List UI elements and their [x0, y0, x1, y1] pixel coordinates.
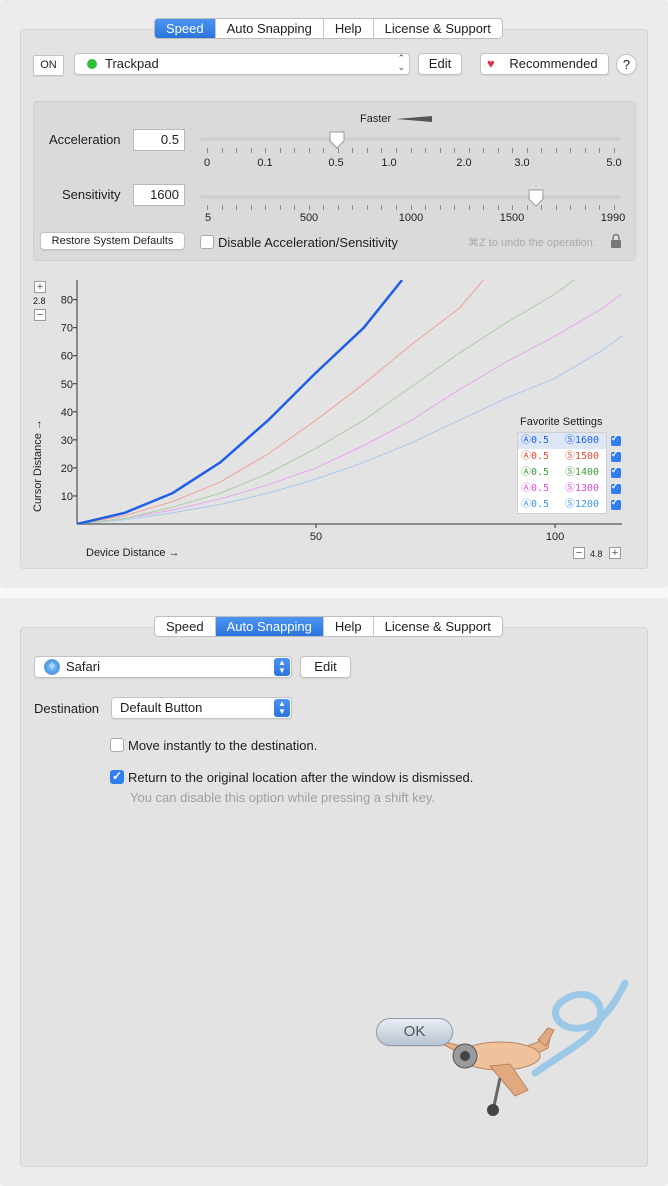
- airplane-illustration: [434, 979, 629, 1116]
- curve-series-line: [77, 280, 404, 524]
- chart-xlabel: Device Distance →: [86, 547, 180, 559]
- edit-app-button[interactable]: Edit: [300, 656, 351, 678]
- popup-chevron-icon: ▲ ▼: [274, 658, 290, 676]
- y-tick-label: 30: [61, 435, 73, 447]
- x-zoom-value: 4.8: [590, 549, 603, 559]
- y-tick-label: 40: [61, 407, 73, 419]
- favorite-accel: Ⓐ0.5: [521, 467, 550, 478]
- return-original-checkbox[interactable]: [110, 769, 124, 784]
- tab-speed[interactable]: Speed: [155, 617, 216, 636]
- favorite-row[interactable]: Ⓐ0.5 Ⓢ1400: [518, 465, 606, 481]
- favorite-accel: Ⓐ0.5: [521, 499, 550, 510]
- favorite-sens: Ⓢ1600: [565, 435, 600, 446]
- x-tick-label: 50: [310, 531, 322, 543]
- favorite-row[interactable]: Ⓐ0.5 Ⓢ1200: [518, 497, 606, 513]
- y-tick-label: 10: [61, 491, 73, 503]
- favorite-sens: Ⓢ1500: [565, 451, 600, 462]
- tab-auto-snapping[interactable]: Auto Snapping: [216, 19, 324, 38]
- favorite-checkbox[interactable]: [611, 449, 621, 462]
- tab-auto-snapping[interactable]: Auto Snapping: [215, 617, 324, 636]
- x-tick-label: 100: [546, 531, 564, 543]
- destination-label: Destination: [34, 701, 100, 716]
- move-instantly-label: Move instantly to the destination.: [128, 738, 318, 753]
- favorite-checkbox[interactable]: [611, 497, 621, 510]
- ok-button[interactable]: OK: [376, 1018, 453, 1046]
- favorite-row[interactable]: Ⓐ0.5 Ⓢ1300: [518, 481, 606, 497]
- favorite-sens: Ⓢ1200: [565, 499, 600, 510]
- safari-icon: ✧: [44, 659, 60, 675]
- tab-help[interactable]: Help: [324, 617, 374, 636]
- y-tick-label: 50: [61, 379, 73, 391]
- x-zoom-in-button[interactable]: +: [609, 547, 621, 559]
- favorite-row[interactable]: Ⓐ0.5 Ⓢ1600: [518, 433, 606, 449]
- favorite-accel: Ⓐ0.5: [521, 451, 550, 462]
- favorite-checkbox[interactable]: [611, 465, 621, 478]
- tab-license-support[interactable]: License & Support: [374, 617, 502, 636]
- curve-series-line: [77, 280, 484, 524]
- y-tick-label: 80: [61, 295, 73, 307]
- popup-chevron-icon: ▲ ▼: [274, 699, 290, 717]
- favorite-settings-title: Favorite Settings: [520, 416, 603, 428]
- app-label: Safari: [66, 659, 100, 674]
- tab-license-support[interactable]: License & Support: [374, 19, 502, 38]
- tab-bar: Speed Auto Snapping Help License & Suppo…: [154, 18, 503, 39]
- destination-value: Default Button: [120, 700, 203, 715]
- y-tick-label: 20: [61, 463, 73, 475]
- y-tick-label: 70: [61, 323, 73, 335]
- auto-snapping-window: Speed Auto Snapping Help License & Suppo…: [0, 598, 668, 1186]
- favorite-sens: Ⓢ1400: [565, 467, 600, 478]
- favorite-accel: Ⓐ0.5: [521, 483, 550, 494]
- favorite-checkbox[interactable]: [611, 433, 621, 446]
- favorite-row[interactable]: Ⓐ0.5 Ⓢ1500: [518, 449, 606, 465]
- tab-help[interactable]: Help: [324, 19, 374, 38]
- favorite-sens: Ⓢ1300: [565, 483, 600, 494]
- curve-series-line: [77, 280, 575, 524]
- return-original-label: Return to the original location after th…: [128, 770, 474, 785]
- x-zoom-out-button[interactable]: −: [573, 547, 585, 559]
- tab-speed[interactable]: Speed: [155, 19, 216, 38]
- y-tick-label: 60: [61, 351, 73, 363]
- favorite-checkbox[interactable]: [611, 481, 621, 494]
- favorite-accel: Ⓐ0.5: [521, 435, 550, 446]
- destination-popup[interactable]: Default Button ▲ ▼: [111, 697, 292, 719]
- move-instantly-checkbox[interactable]: [110, 738, 124, 752]
- tab-bar: Speed Auto Snapping Help License & Suppo…: [154, 616, 503, 637]
- app-popup[interactable]: ✧ Safari ▲ ▼: [34, 656, 292, 678]
- shift-key-hint: You can disable this option while pressi…: [130, 790, 435, 805]
- speed-window: Speed Auto Snapping Help License & Suppo…: [0, 0, 668, 588]
- chart-ylabel: Cursor Distance →: [32, 419, 44, 512]
- favorite-settings-table: Ⓐ0.5 Ⓢ1600 Ⓐ0.5 Ⓢ1500 Ⓐ0.5 Ⓢ1400 Ⓐ0.5 Ⓢ1300 …: [517, 432, 607, 514]
